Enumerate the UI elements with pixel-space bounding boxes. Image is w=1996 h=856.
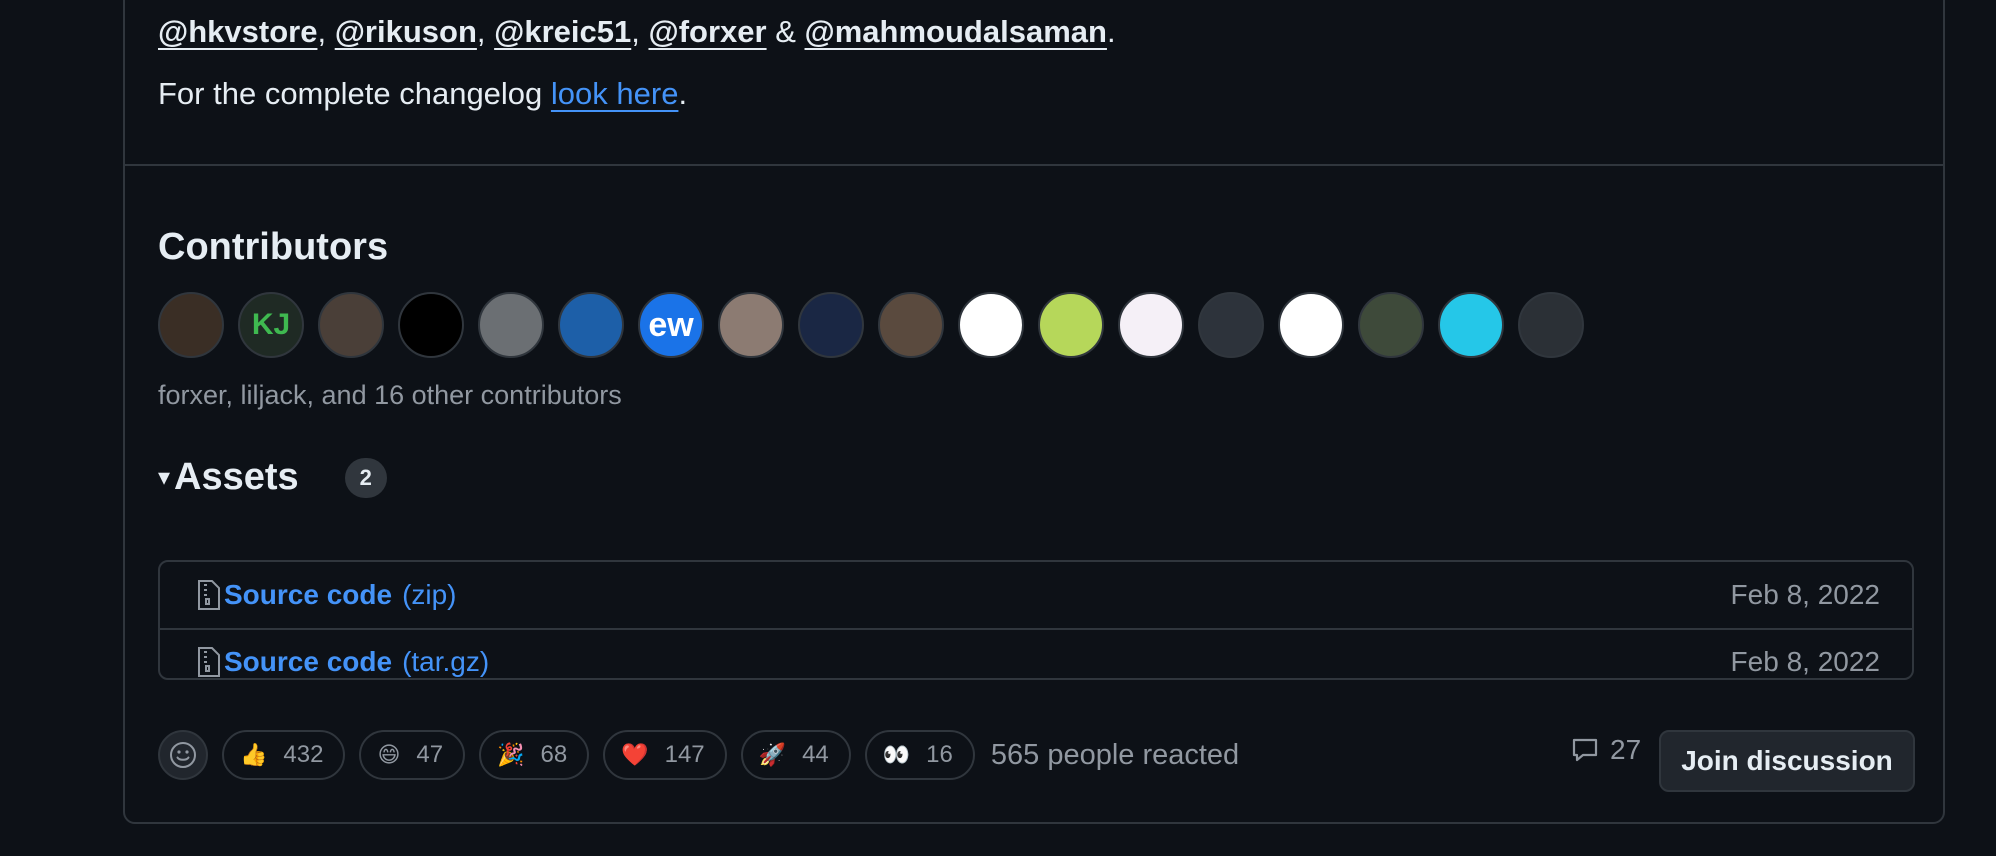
comment-count: 27: [1610, 734, 1642, 765]
release-card: @hkvstore, @rikuson, @kreic51, @forxer &…: [123, 0, 1945, 824]
thumbs-up-icon: 👍: [240, 742, 268, 767]
mention-link[interactable]: @hkvstore: [158, 14, 317, 49]
contributor-avatar[interactable]: [398, 292, 464, 358]
smiley-icon: [170, 742, 196, 768]
contributor-avatar[interactable]: [718, 292, 784, 358]
reaction-hooray[interactable]: 🎉 68: [479, 730, 590, 780]
contributor-avatar[interactable]: [1518, 292, 1584, 358]
comments-link[interactable]: 27: [1570, 734, 1641, 766]
contributor-avatar[interactable]: ew: [638, 292, 704, 358]
file-zip-icon: [198, 580, 220, 610]
asset-date: Feb 8, 2022: [1730, 646, 1880, 677]
contributor-avatar[interactable]: [318, 292, 384, 358]
join-discussion-button[interactable]: Join discussion: [1659, 730, 1915, 792]
mention-link[interactable]: @forxer: [648, 14, 766, 49]
changelog-text: For the complete changelog: [158, 76, 551, 111]
reaction-thumbs-up[interactable]: 👍 432: [222, 730, 346, 780]
reaction-rocket[interactable]: 🚀 44: [740, 730, 851, 780]
asset-extension: (tar.gz): [402, 646, 490, 677]
mention-link[interactable]: @mahmoudalsaman: [805, 14, 1107, 49]
mention-link[interactable]: @rikuson: [335, 14, 477, 49]
asset-date: Feb 8, 2022: [1730, 579, 1880, 610]
contributor-avatar[interactable]: [558, 292, 624, 358]
heart-icon: ❤️: [621, 742, 649, 767]
reaction-eyes[interactable]: 👀 16: [864, 730, 975, 780]
contributor-avatar[interactable]: [1038, 292, 1104, 358]
asset-name: Source code: [224, 646, 393, 677]
reaction-laugh[interactable]: 😄 47: [359, 730, 466, 780]
asset-link[interactable]: Source code (tar.gz): [196, 646, 489, 678]
contributor-avatar[interactable]: [478, 292, 544, 358]
contributor-avatar[interactable]: [158, 292, 224, 358]
contributor-avatars: KJ ew: [158, 292, 1584, 358]
changelog-line: For the complete changelog look here.: [158, 76, 687, 112]
contributor-avatar[interactable]: [1278, 292, 1344, 358]
assets-toggle[interactable]: ▾ Assets 2: [158, 456, 387, 499]
asset-row: Source code (zip) Feb 8, 2022: [160, 562, 1912, 628]
contributor-avatar[interactable]: [878, 292, 944, 358]
party-popper-icon: 🎉: [497, 742, 525, 767]
asset-name: Source code: [224, 579, 393, 610]
contributor-avatar[interactable]: [958, 292, 1024, 358]
contributor-avatar[interactable]: [798, 292, 864, 358]
reaction-count: 16: [926, 741, 953, 768]
file-zip-icon: [198, 647, 220, 677]
add-reaction-button[interactable]: [158, 730, 208, 780]
contributor-avatar[interactable]: [1358, 292, 1424, 358]
reactions-summary: 565 people reacted: [990, 738, 1240, 771]
avatar-initials: ew: [648, 305, 694, 344]
reactions-bar: 👍 432 😄 47 🎉 68 ❤️ 147 🚀 44 👀 16 565 peo…: [158, 730, 1239, 780]
eyes-icon: 👀: [882, 742, 911, 767]
ampersand: &: [775, 14, 796, 49]
laugh-icon: 😄: [377, 742, 401, 767]
avatar-initials: KJ: [251, 308, 291, 341]
triangle-down-icon: ▾: [158, 464, 171, 491]
asset-extension: (zip): [402, 579, 457, 610]
reaction-count: 68: [540, 741, 568, 768]
assets-count-badge: 2: [344, 457, 387, 498]
mention-link[interactable]: @kreic51: [494, 14, 631, 49]
comment-icon: [1572, 738, 1598, 762]
contributor-avatar[interactable]: KJ: [238, 292, 304, 358]
contributor-avatar[interactable]: [1118, 292, 1184, 358]
assets-list: Source code (zip) Feb 8, 2022 Source cod…: [158, 560, 1914, 680]
reaction-count: 432: [283, 741, 324, 768]
mentions-line: @hkvstore, @rikuson, @kreic51, @forxer &…: [158, 14, 1116, 49]
contributor-avatar[interactable]: [1438, 292, 1504, 358]
changelog-link[interactable]: look here: [551, 76, 679, 111]
changelog-suffix: .: [678, 76, 688, 111]
reaction-count: 47: [416, 741, 444, 768]
asset-row: Source code (tar.gz) Feb 8, 2022: [160, 628, 1912, 694]
assets-heading: Assets: [174, 456, 299, 498]
reaction-count: 44: [802, 741, 829, 768]
contributors-summary[interactable]: forxer, liljack, and 16 other contributo…: [158, 380, 622, 411]
asset-link[interactable]: Source code (zip): [196, 579, 457, 611]
section-divider: [125, 164, 1943, 166]
contributors-heading: Contributors: [158, 226, 389, 268]
reaction-count: 147: [664, 741, 705, 768]
reaction-heart[interactable]: ❤️ 147: [603, 730, 727, 780]
rocket-icon: 🚀: [758, 742, 787, 767]
contributor-avatar[interactable]: [1198, 292, 1264, 358]
